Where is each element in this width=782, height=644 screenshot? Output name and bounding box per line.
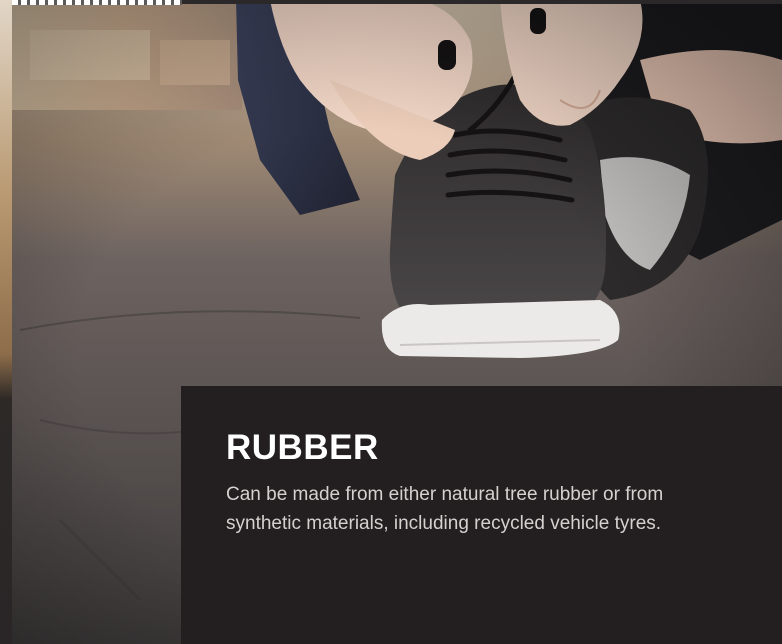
adjacent-slide-edge	[0, 0, 12, 644]
decorative-dot-strip	[12, 0, 182, 5]
material-title: RUBBER	[226, 428, 379, 467]
material-description: Can be made from either natural tree rub…	[226, 484, 664, 534]
material-info-card: RUBBER Can be made from either natural t…	[181, 386, 782, 644]
